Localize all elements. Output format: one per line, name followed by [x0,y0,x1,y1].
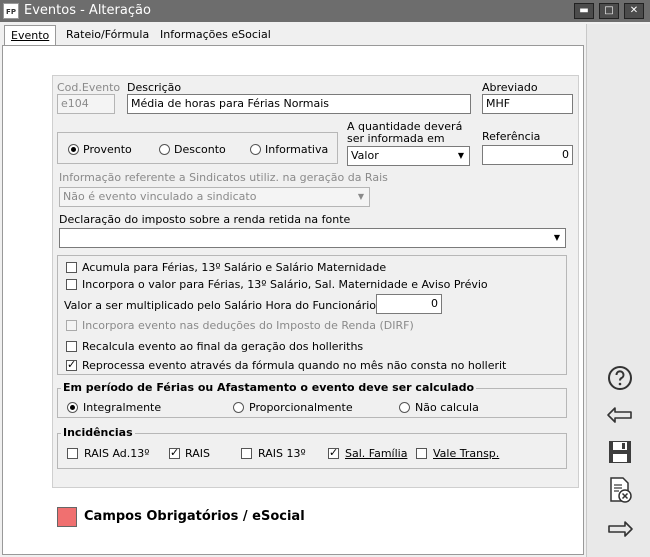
informativa-radio[interactable] [250,144,261,155]
recalcula-evento-checkbox[interactable] [66,341,77,352]
reprocessa-evento-label: Reprocessa evento através da fórmula qua… [82,359,507,372]
form-area: Cod.Evento e104 Descrição Média de horas… [52,75,579,488]
maximize-button[interactable]: □ [599,3,619,19]
valor-multiplicado-label: Valor a ser multiplicado pelo Salário Ho… [64,299,377,312]
incidencias-title: Incidências [61,426,135,439]
minimize-button[interactable]: ▬ [574,3,594,19]
acumula-ferias-checkbox[interactable] [66,262,77,273]
provento-radio[interactable] [68,144,79,155]
descricao-input[interactable]: Média de horas para Férias Normais [127,94,471,114]
proporcionalmente-label: Proporcionalmente [249,401,353,414]
quantidade-select[interactable]: Valor ▼ [347,146,470,166]
desconto-label: Desconto [174,143,226,156]
referencia-input[interactable]: 0 [482,145,573,165]
sindicatos-label: Informação referente a Sindicatos utiliz… [59,171,388,184]
rais-ad13-label: RAIS Ad.13º [84,447,150,460]
descricao-label: Descrição [127,81,182,94]
sindicatos-select[interactable]: Não é evento vinculado a sindicato ▼ [59,187,370,207]
periodo-title: Em período de Férias ou Afastamento o ev… [61,381,477,394]
rais-13-label: RAIS 13º [258,447,306,460]
cod-evento-input[interactable]: e104 [57,94,115,114]
app-icon: FP [3,3,19,19]
informativa-label: Informativa [265,143,329,156]
rais-13-checkbox[interactable] [241,448,252,459]
valor-multiplicado-input[interactable]: 0 [376,294,442,314]
chevron-down-icon: ▼ [553,233,561,242]
integralmente-radio[interactable] [67,402,78,413]
quantidade-value: Valor [351,149,379,162]
window-title: Eventos - Alteração [24,3,151,18]
quantidade-label-2: ser informada em [347,132,445,145]
tab-rateio-formula[interactable]: Rateio/Fórmula [60,25,155,45]
tab-informacoes-esocial[interactable]: Informações eSocial [154,25,277,45]
title-bar: FP Eventos - Alteração ▬ □ ✕ [0,0,650,22]
chevron-down-icon: ▼ [357,192,365,201]
incorpora-dirf-label: Incorpora evento nas deduções do Imposto… [82,319,414,332]
back-arrow-icon[interactable] [606,401,634,429]
tab-evento[interactable]: Evento [4,25,57,47]
incorpora-dirf-checkbox[interactable] [66,320,77,331]
tipo-evento-group: Provento Desconto Informativa [57,132,338,164]
vale-transp-checkbox[interactable] [416,448,427,459]
provento-label: Provento [83,143,132,156]
incorpora-valor-checkbox[interactable] [66,279,77,290]
abreviado-input[interactable]: MHF [482,94,573,114]
vale-transp-label: Vale Transp. [433,447,500,460]
sal-familia-label: Sal. Família [345,447,408,460]
help-icon[interactable] [606,364,634,392]
recalcula-evento-label: Recalcula evento ao final da geração dos… [82,340,364,353]
reprocessa-evento-checkbox[interactable] [66,358,77,371]
cancel-document-icon[interactable] [606,476,634,504]
rais-label: RAIS [185,447,210,460]
required-color-swatch [57,507,77,527]
forward-arrow-icon[interactable] [606,515,634,543]
rais-checkbox[interactable] [169,446,180,459]
sal-familia-checkbox[interactable] [328,446,339,459]
desconto-radio[interactable] [159,144,170,155]
required-legend: Campos Obrigatórios / eSocial [84,509,305,524]
declaracao-label: Declaração do imposto sobre a renda reti… [59,213,351,226]
nao-calcula-radio[interactable] [399,402,410,413]
chevron-down-icon: ▼ [457,151,465,160]
declaracao-select[interactable]: ▼ [59,228,566,248]
integralmente-label: Integralmente [83,401,162,414]
abreviado-label: Abreviado [482,81,538,94]
options-group: Acumula para Férias, 13º Salário e Salár… [57,255,567,375]
incorpora-valor-label: Incorpora o valor para Férias, 13º Salár… [82,278,488,291]
close-button[interactable]: ✕ [624,3,644,19]
acumula-ferias-label: Acumula para Férias, 13º Salário e Salár… [82,261,387,274]
cod-evento-label: Cod.Evento [57,81,121,94]
nao-calcula-label: Não calcula [415,401,479,414]
sindicatos-value: Não é evento vinculado a sindicato [63,190,257,203]
proporcionalmente-radio[interactable] [233,402,244,413]
save-icon[interactable] [606,438,634,466]
rais-ad13-checkbox[interactable] [67,448,78,459]
referencia-label: Referência [482,130,541,143]
